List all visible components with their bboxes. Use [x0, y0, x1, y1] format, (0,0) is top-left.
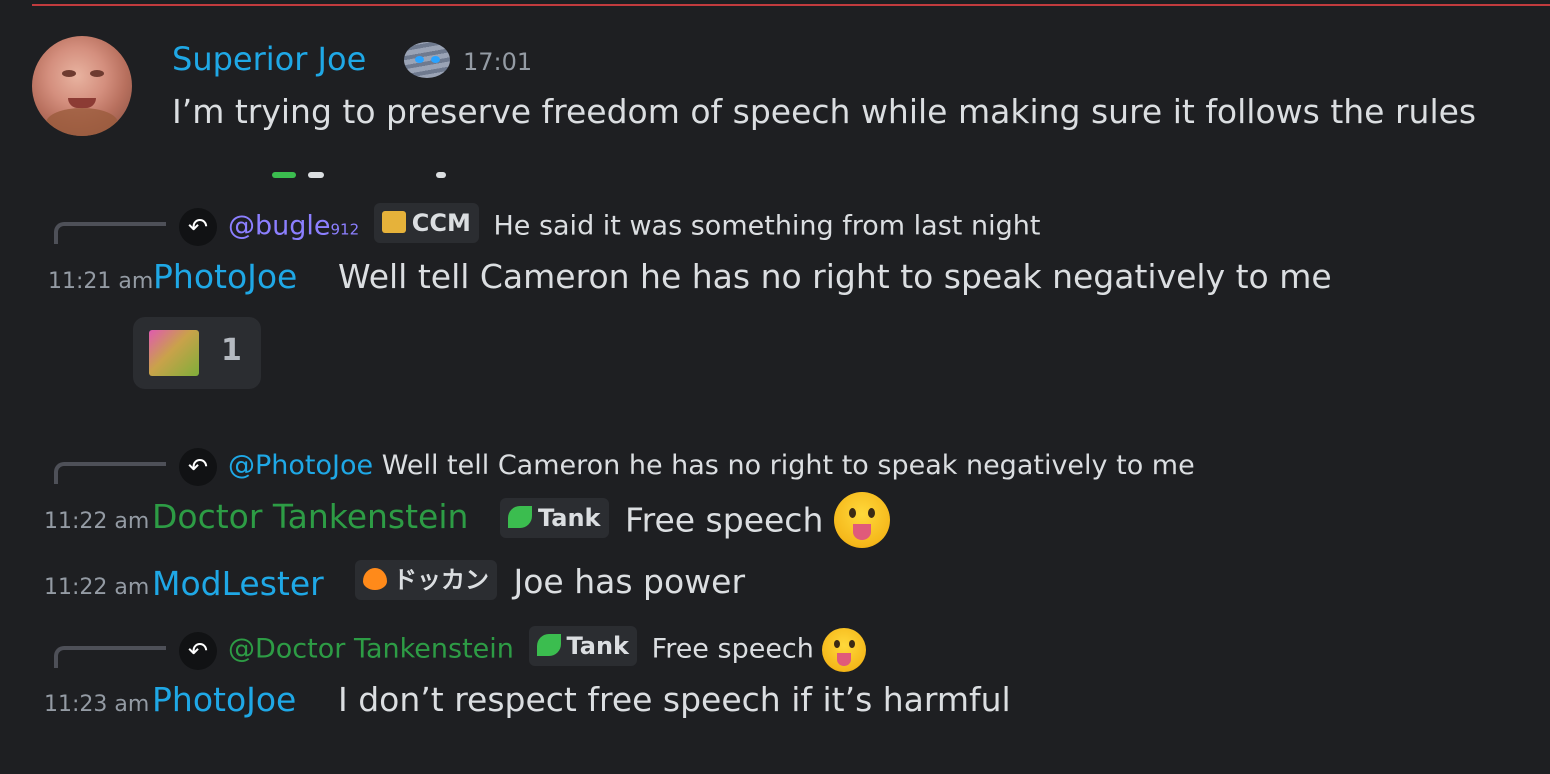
role-tag: ドッカン [355, 559, 497, 600]
reply-mention[interactable]: @Doctor Tankenstein [228, 634, 514, 665]
tongue-out-emoji-icon [833, 492, 890, 548]
reply-text: He said it was something from last night [493, 210, 1041, 242]
reaction-count: 1 [221, 333, 242, 368]
reply-mention[interactable]: @PhotoJoe [228, 450, 373, 481]
reply-text: Free speech [651, 633, 814, 665]
clipped-message-fragment [272, 172, 472, 182]
reply-text: Well tell Cameron he has no right to spe… [381, 450, 1195, 481]
reply-mention-sub: 912 [330, 220, 360, 239]
message-text: I’m trying to preserve freedom of speech… [172, 92, 1477, 131]
reply-arrow-icon: ↶ [179, 208, 217, 246]
reply-mention[interactable]: @bugle [228, 211, 331, 242]
message-author[interactable]: PhotoJoe [153, 257, 297, 296]
reply-spine [54, 646, 166, 668]
message-content: Tank Free speech [494, 492, 890, 550]
new-messages-divider [32, 4, 1550, 6]
message-timestamp: 17:01 [463, 48, 533, 76]
reply-arrow-icon: ↶ [179, 448, 217, 486]
message-text: Well tell Cameron he has no right to spe… [338, 257, 1332, 296]
tongue-out-emoji-icon [822, 628, 867, 672]
message-timestamp: 11:23 am [44, 692, 150, 717]
crown-icon [381, 211, 406, 233]
reply-spine [54, 462, 166, 484]
message-timestamp: 11:22 am [44, 575, 150, 600]
reply-preview[interactable]: @bugle912 CCM He said it was something f… [228, 203, 1041, 247]
message-author[interactable]: Superior Joe [172, 40, 366, 78]
message-author[interactable]: PhotoJoe [152, 680, 296, 719]
reaction-button[interactable]: 1 [133, 317, 261, 389]
message-text: I don’t respect free speech if it’s harm… [338, 680, 1011, 719]
leaf-icon [536, 634, 561, 656]
mummy-emoji-icon [404, 42, 450, 78]
face-reaction-icon [149, 330, 199, 376]
message-content: ドッカン Joe has power [349, 559, 746, 604]
message-text: Free speech [625, 500, 824, 540]
reply-spine [54, 222, 166, 244]
message-timestamp: 11:22 am [44, 509, 150, 534]
message-author[interactable]: Doctor Tankenstein [152, 497, 468, 536]
avatar[interactable] [32, 36, 132, 136]
reply-preview[interactable]: @Doctor Tankenstein Tank Free speech [228, 626, 867, 672]
chat-log: Superior Joe 17:01 I’m trying to preserv… [0, 0, 1550, 774]
flame-icon [363, 567, 387, 590]
message-timestamp: 11:21 am [48, 269, 154, 294]
message-author[interactable]: ModLester [152, 564, 324, 603]
role-tag: Tank [500, 498, 609, 538]
leaf-icon [508, 506, 532, 528]
role-tag: CCM [373, 203, 479, 243]
reply-arrow-icon: ↶ [179, 632, 217, 670]
role-tag: Tank [528, 626, 638, 666]
reply-preview[interactable]: @PhotoJoe Well tell Cameron he has no ri… [228, 450, 1195, 481]
message-text: Joe has power [513, 562, 746, 601]
